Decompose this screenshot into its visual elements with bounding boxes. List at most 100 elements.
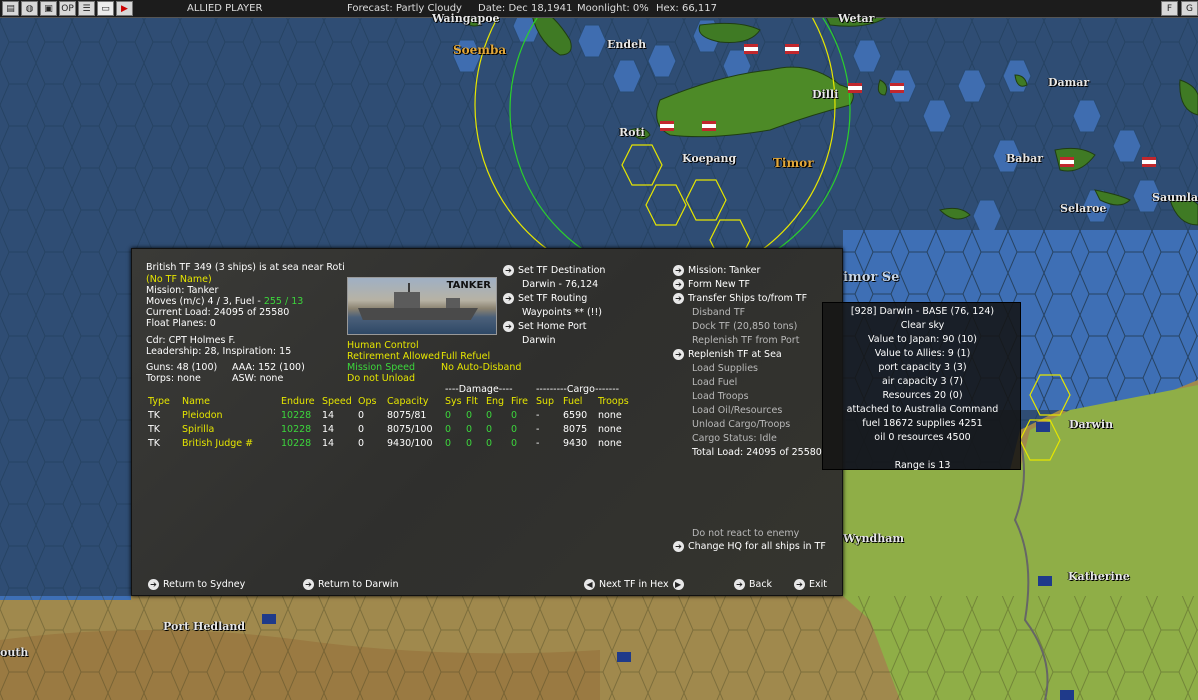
table-cell: 14: [322, 410, 335, 421]
tf-float-planes: Float Planes: 0: [146, 318, 216, 329]
action-item[interactable]: Dock TF (20,850 tons): [692, 321, 797, 332]
place-label[interactable]: Soemba: [453, 43, 506, 57]
place-label[interactable]: Timor: [773, 156, 814, 170]
table-cell: 0: [511, 410, 518, 421]
human-control-toggle[interactable]: Human Control: [347, 340, 419, 351]
table-cell: -: [536, 438, 540, 449]
table-header: Capacity: [387, 396, 429, 407]
action-item[interactable]: ➔ Mission: Tanker: [673, 265, 760, 276]
unload-toggle[interactable]: Do not Unload: [347, 373, 415, 384]
arrow-right-icon: ➔: [673, 279, 684, 290]
arrow-right-icon: ➔: [794, 579, 805, 590]
destination-value: Darwin - 76,124: [522, 279, 599, 290]
task-force-panel: British TF 349 (3 ships) is at sea near …: [131, 248, 843, 596]
set-destination-button[interactable]: ➔ Set TF Destination: [503, 265, 605, 276]
action-item[interactable]: Disband TF: [692, 307, 745, 318]
place-label[interactable]: Waingapoe: [432, 12, 500, 25]
place-label[interactable]: Katherine: [1068, 570, 1130, 583]
home-port-value: Darwin: [522, 335, 556, 346]
action-item[interactable]: Unload Cargo/Troops: [692, 419, 790, 430]
set-routing-button[interactable]: ➔ Set TF Routing: [503, 293, 587, 304]
op-icon[interactable]: OP: [59, 1, 76, 16]
arrow-right-icon: ➔: [303, 579, 314, 590]
exit-label: Exit: [809, 579, 827, 590]
table-cell: 0: [466, 410, 473, 421]
list-icon[interactable]: ☰: [78, 1, 95, 16]
exit-button[interactable]: ➔ Exit: [794, 579, 827, 590]
return-sydney-button[interactable]: ➔ Return to Sydney: [148, 579, 245, 590]
action-item[interactable]: Load Oil/Resources: [692, 405, 782, 416]
ship-name-link[interactable]: Spirilla: [182, 424, 214, 435]
ship-class-label: TANKER: [446, 280, 491, 291]
return-darwin-button[interactable]: ➔ Return to Darwin: [303, 579, 399, 590]
change-hq-button[interactable]: ➔ Change HQ for all ships in TF: [673, 541, 826, 552]
action-item[interactable]: Load Troops: [692, 391, 749, 402]
globe-icon[interactable]: ◍: [21, 1, 38, 16]
react-toggle[interactable]: Do not react to enemy: [692, 528, 799, 539]
place-label[interactable]: Wetar: [838, 12, 874, 25]
back-button[interactable]: ➔ Back: [734, 579, 772, 590]
table-cell: -: [536, 424, 540, 435]
place-label[interactable]: outh: [0, 646, 28, 659]
place-label: imor Se: [843, 270, 900, 285]
base-info-line: Resources 20 (0): [882, 390, 963, 401]
grid-icon[interactable]: G: [1181, 1, 1198, 16]
tf-commander[interactable]: Cdr: CPT Holmes F.: [146, 335, 235, 346]
place-label[interactable]: Dilli: [812, 88, 838, 101]
action-item[interactable]: ➔ Form New TF: [673, 279, 750, 290]
set-destination-label: Set TF Destination: [518, 265, 606, 276]
base-info-popup: [928] Darwin - BASE (76, 124) Clear sky Va…: [822, 302, 1021, 471]
base-info-line: air capacity 3 (7): [881, 376, 964, 387]
full-refuel-toggle[interactable]: Full Refuel: [441, 351, 490, 362]
table-cell: 8075: [563, 424, 588, 435]
retirement-toggle[interactable]: Retirement Allowed: [347, 351, 440, 362]
table-header: Speed: [322, 396, 352, 407]
cargo-status: Cargo Status: Idle: [692, 433, 777, 444]
table-cell: 14: [322, 424, 335, 435]
action-item[interactable]: Load Supplies: [692, 363, 758, 374]
arrow-right-icon: ▶: [672, 579, 684, 590]
place-label[interactable]: Selaroe: [1060, 202, 1106, 215]
next-tf-button[interactable]: ◀ Next TF in Hex ▶: [584, 579, 688, 590]
end-turn-icon[interactable]: ▶: [116, 1, 133, 16]
action-item[interactable]: ➔ Replenish TF at Sea: [673, 349, 782, 360]
place-label[interactable]: Koepang: [682, 152, 736, 165]
tf-name[interactable]: (No TF Name): [146, 274, 212, 285]
place-label[interactable]: Wyndham: [843, 532, 904, 545]
arrow-right-icon: ➔: [673, 349, 684, 360]
tf-moves: Moves (m/c) 4 / 3, Fuel - 255 / 13: [146, 296, 303, 307]
action-label: Mission: Tanker: [688, 265, 761, 276]
set-home-port-button[interactable]: ➔ Set Home Port: [503, 321, 587, 332]
ship-name-link[interactable]: British Judge #: [182, 438, 253, 449]
place-label[interactable]: Damar: [1048, 76, 1089, 89]
menu-icon[interactable]: ▤: [2, 1, 19, 16]
table-header: Endure: [281, 396, 315, 407]
total-load: Total Load: 24095 of 25580: [692, 447, 822, 458]
place-label[interactable]: Babar: [1006, 152, 1043, 165]
table-header: Flt: [466, 396, 478, 407]
mission-speed-toggle[interactable]: Mission Speed: [347, 362, 415, 373]
table-cell: TK: [148, 410, 161, 421]
auto-disband-toggle[interactable]: No Auto-Disband: [441, 362, 521, 373]
ship-name-link[interactable]: Pleiodon: [182, 410, 223, 421]
place-label[interactable]: Saumla: [1152, 191, 1198, 204]
action-item[interactable]: ➔ Transfer Ships to/from TF: [673, 293, 807, 304]
table-cell: 9430/100: [387, 438, 433, 449]
info-icon[interactable]: ▣: [40, 1, 57, 16]
base-info-line: Value to Japan: 90 (10): [868, 334, 977, 345]
filter-icon[interactable]: F: [1161, 1, 1178, 16]
action-item[interactable]: Load Fuel: [692, 377, 737, 388]
action-item[interactable]: Replenish TF from Port: [692, 335, 799, 346]
tf-mission: Mission: Tanker: [146, 285, 219, 296]
arrow-right-icon: ➔: [673, 265, 684, 276]
place-label[interactable]: Endeh: [607, 38, 646, 51]
table-cell: 0: [445, 438, 452, 449]
window-icon[interactable]: ▭: [97, 1, 114, 16]
place-label[interactable]: Darwin: [1069, 418, 1113, 431]
base-info-line: Value to Allies: 9 (1): [874, 348, 971, 359]
base-info-line: oil 0 resources 4500: [874, 432, 971, 443]
place-label[interactable]: Roti: [619, 126, 645, 139]
table-cell: 14: [322, 438, 335, 449]
place-label[interactable]: Port Hedland: [163, 620, 245, 633]
waypoints-value: Waypoints ** (!!): [522, 307, 602, 318]
